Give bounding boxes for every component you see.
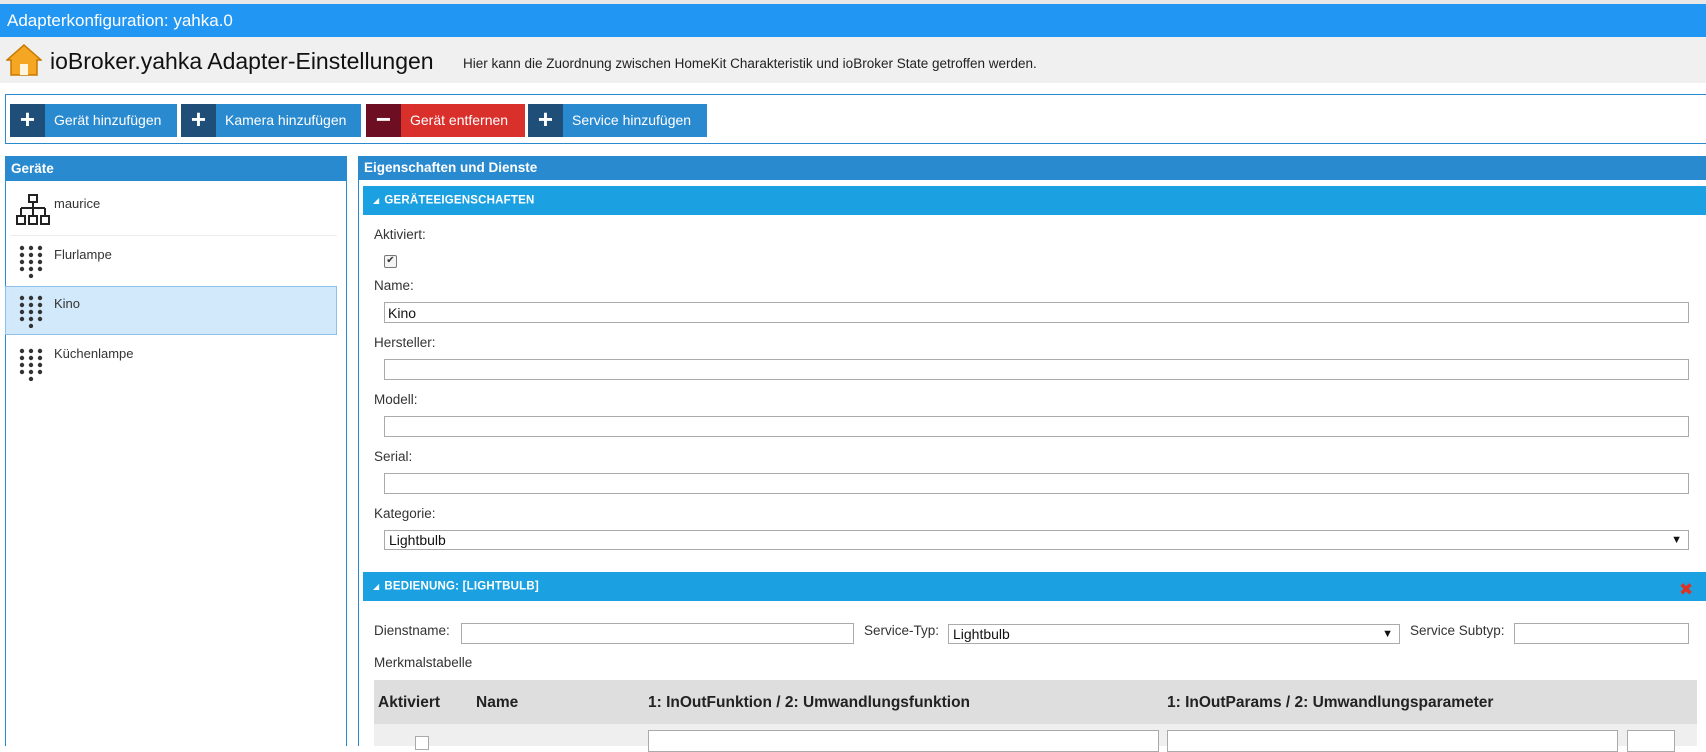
dot-grid-icon — [19, 348, 43, 381]
dienstname-field[interactable] — [461, 623, 854, 644]
properties-panel-title: Eigenschaften und Dienste — [359, 156, 1706, 180]
collapse-triangle-icon: ◢ — [373, 582, 380, 591]
add-service-label: Service hinzufügen — [572, 112, 692, 128]
hersteller-label: Hersteller: — [374, 335, 436, 350]
add-camera-button[interactable]: + Kamera hinzufügen — [181, 104, 361, 137]
section-title: BEDIENUNG: [LIGHTBULB] — [384, 580, 539, 593]
section-title: GERÄTEEIGENSCHAFTEN — [384, 194, 535, 207]
window-title: Adapterkonfiguration: yahka.0 — [0, 4, 1706, 37]
home-icon — [6, 44, 42, 76]
kategorie-label: Kategorie: — [374, 506, 436, 521]
page-subtitle: Hier kann die Zuordnung zwischen HomeKit… — [463, 56, 1037, 71]
properties-panel: Eigenschaften und Dienste — [358, 156, 1706, 746]
col-function: 1: InOutFunktion / 2: Umwandlungsfunktio… — [648, 694, 971, 711]
servicetyp-value: Lightbulb — [953, 626, 1010, 642]
device-item-maurice[interactable]: maurice — [5, 183, 337, 232]
remove-device-label: Gerät entfernen — [410, 112, 509, 128]
add-service-button[interactable]: + Service hinzufügen — [528, 104, 707, 137]
add-device-button[interactable]: + Gerät hinzufügen — [10, 104, 177, 137]
servicetyp-label: Service-Typ: — [864, 623, 940, 638]
row-extra-field[interactable] — [1627, 730, 1675, 752]
chevron-down-icon: ▼ — [1382, 628, 1393, 640]
servicetyp-select[interactable]: Lightbulb ▼ — [948, 624, 1400, 644]
device-label: Küchenlampe — [54, 346, 134, 361]
device-label: Flurlampe — [54, 247, 112, 262]
divider — [10, 235, 337, 236]
name-label: Name: — [374, 278, 414, 293]
device-label: Kino — [54, 296, 81, 311]
minus-icon: − — [366, 104, 401, 137]
section-device-properties[interactable]: ◢ GERÄTEEIGENSCHAFTEN — [363, 186, 1706, 215]
device-label: maurice — [54, 196, 101, 211]
kategorie-select[interactable]: Lightbulb ▼ — [384, 530, 1689, 550]
kategorie-value: Lightbulb — [389, 532, 446, 548]
merkmalstabelle-label: Merkmalstabelle — [374, 655, 473, 670]
remove-device-button[interactable]: − Gerät entfernen — [366, 104, 525, 137]
serial-field[interactable] — [384, 473, 1689, 494]
plus-icon: + — [181, 104, 216, 137]
section-service-lightbulb[interactable]: ◢ BEDIENUNG: [LIGHTBULB] — [363, 572, 1706, 601]
device-item-kuechenlampe[interactable]: Küchenlampe — [5, 338, 337, 387]
serial-label: Serial: — [374, 449, 413, 464]
network-tree-icon — [16, 194, 50, 225]
col-params: 1: InOutParams / 2: Umwandlungsparameter — [1167, 694, 1494, 711]
dot-grid-icon — [19, 245, 43, 278]
hersteller-field[interactable] — [384, 359, 1689, 380]
chevron-down-icon: ▼ — [1671, 534, 1682, 546]
modell-label: Modell: — [374, 392, 418, 407]
row-checkbox[interactable] — [415, 736, 429, 750]
col-name: Name — [476, 694, 519, 711]
add-device-label: Gerät hinzufügen — [54, 112, 162, 128]
row-function-field[interactable] — [648, 730, 1159, 752]
modell-field[interactable] — [384, 416, 1689, 437]
aktiviert-label: Aktiviert: — [374, 227, 426, 242]
subtyp-field[interactable] — [1514, 623, 1689, 644]
plus-icon: + — [10, 104, 45, 137]
col-aktiviert: Aktiviert — [378, 694, 441, 711]
aktiviert-checkbox[interactable]: ✔ — [384, 255, 397, 268]
device-item-kino[interactable]: Kino — [5, 286, 337, 335]
dot-grid-icon — [19, 295, 43, 328]
add-camera-label: Kamera hinzufügen — [225, 112, 347, 128]
subtyp-label: Service Subtyp: — [1410, 623, 1505, 638]
page-title: ioBroker.yahka Adapter-Einstellungen — [50, 48, 434, 74]
table-header — [374, 680, 1697, 724]
device-item-flurlampe[interactable]: Flurlampe — [5, 240, 337, 289]
row-params-field[interactable] — [1167, 730, 1618, 752]
plus-icon: + — [528, 104, 563, 137]
collapse-triangle-icon: ◢ — [373, 196, 380, 205]
name-field[interactable] — [384, 302, 1689, 323]
devices-panel-title: Geräte — [6, 157, 346, 181]
dienstname-label: Dienstname: — [374, 623, 450, 638]
close-icon[interactable]: ✖ — [1679, 580, 1693, 600]
